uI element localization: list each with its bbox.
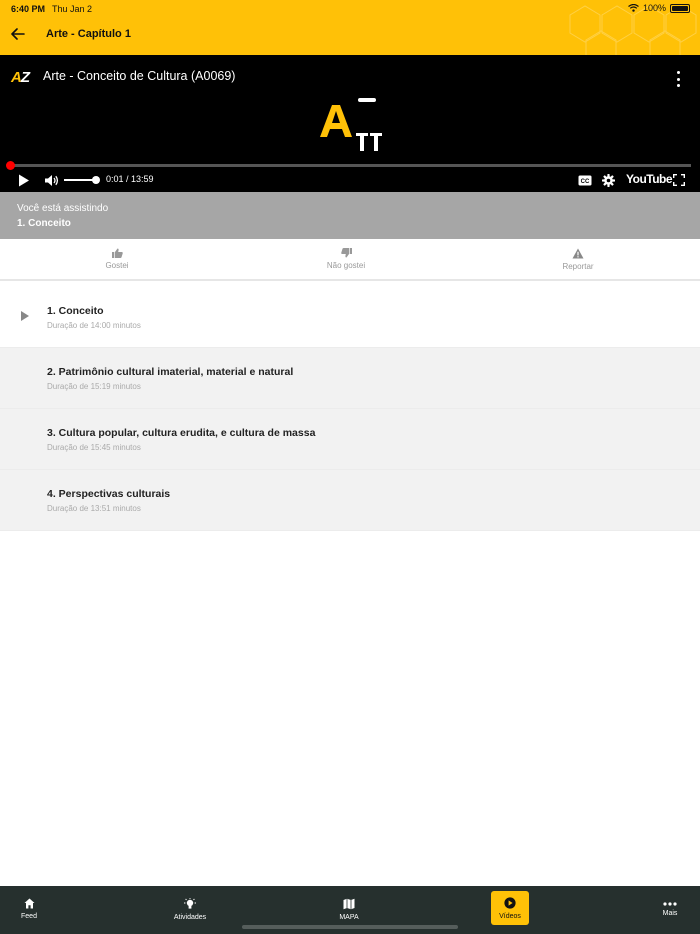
status-date: Thu Jan 2	[52, 4, 93, 14]
report-button[interactable]: Reportar	[518, 239, 638, 279]
tab-atividades[interactable]: Atividades	[165, 892, 215, 926]
episode-duration: Duração de 15:45 minutos	[47, 443, 141, 452]
wifi-icon	[628, 4, 639, 12]
fullscreen-icon	[673, 174, 685, 186]
video-title[interactable]: Arte - Conceito de Cultura (A0069)	[43, 69, 235, 83]
app-header: Arte - Capítulo 1	[0, 24, 700, 46]
status-time: 6:40 PM	[11, 4, 46, 14]
channel-logo[interactable]: AZ	[11, 69, 30, 86]
episode-list-item[interactable]: 4. Perspectivas culturais Duração de 13:…	[0, 470, 700, 531]
now-watching-label: Você está assistindo	[17, 203, 109, 214]
episode-list-item[interactable]: 3. Cultura popular, cultura erudita, e c…	[0, 409, 700, 470]
closed-captions-icon: CC	[578, 175, 592, 185]
play-icon	[19, 174, 29, 186]
volume-icon	[45, 174, 59, 186]
status-right: 100%	[628, 3, 690, 13]
playing-indicator-icon	[21, 311, 29, 321]
video-progress-bar[interactable]	[5, 161, 691, 170]
fullscreen-button[interactable]	[673, 172, 685, 188]
episode-title: 3. Cultura popular, cultura erudita, e c…	[47, 427, 316, 439]
battery-percent: 100%	[642, 3, 666, 13]
episode-duration: Duração de 15:19 minutos	[47, 382, 141, 391]
warning-icon	[572, 248, 584, 258]
progress-scrubber-handle[interactable]	[5, 161, 15, 170]
more-icon	[663, 901, 677, 906]
battery-icon	[670, 3, 690, 13]
dislike-button[interactable]: Não gostei	[286, 239, 406, 279]
volume-slider-handle[interactable]	[92, 176, 100, 184]
video-frame-artwork	[320, 98, 382, 151]
mute-button[interactable]	[44, 172, 59, 188]
player-controls: 0:01 / 13:59 CC YouTube	[0, 172, 700, 188]
more-options-button[interactable]	[674, 71, 682, 87]
page-title: Arte - Capítulo 1	[46, 28, 131, 40]
youtube-logo-link[interactable]: YouTube	[626, 172, 673, 186]
video-timecode: 0:01 / 13:59	[106, 174, 154, 184]
status-bar: 6:40 PM Thu Jan 2 100%	[0, 0, 700, 18]
lightbulb-icon	[184, 897, 196, 909]
top-bar: 6:40 PM Thu Jan 2 100% Arte - Capítulo 1	[0, 0, 700, 55]
tab-feed[interactable]: Feed	[4, 892, 54, 926]
svg-text:CC: CC	[581, 179, 590, 185]
back-button[interactable]	[9, 25, 27, 43]
settings-button[interactable]	[602, 172, 615, 188]
episode-list: 1. Conceito Duração de 14:00 minutos 2. …	[0, 287, 700, 531]
now-watching-banner: Você está assistindo 1. Conceito	[0, 192, 700, 239]
video-player[interactable]: AZ Arte - Conceito de Cultura (A0069) 0:…	[0, 55, 700, 192]
arrow-left-icon	[11, 28, 25, 40]
thumbs-up-icon	[111, 248, 123, 258]
home-indicator	[242, 925, 458, 929]
reaction-bar: Gostei Não gostei Reportar	[0, 239, 700, 281]
episode-duration: Duração de 13:51 minutos	[47, 504, 141, 513]
thumbs-down-icon	[340, 248, 352, 258]
tab-mais[interactable]: Mais	[645, 892, 695, 926]
episode-title: 1. Conceito	[47, 305, 104, 317]
episode-list-item[interactable]: 2. Patrimônio cultural imaterial, materi…	[0, 348, 700, 409]
episode-list-item[interactable]: 1. Conceito Duração de 14:00 minutos	[0, 287, 700, 348]
episode-duration: Duração de 14:00 minutos	[47, 321, 141, 330]
captions-button[interactable]: CC	[578, 172, 592, 188]
map-icon	[343, 898, 355, 909]
gear-icon	[602, 173, 615, 187]
like-button[interactable]: Gostei	[57, 239, 177, 279]
episode-title: 4. Perspectivas culturais	[47, 488, 171, 500]
now-watching-title: 1. Conceito	[17, 218, 71, 229]
tab-videos[interactable]: Vídeos	[491, 891, 529, 925]
play-button[interactable]	[18, 172, 30, 188]
episode-title: 2. Patrimônio cultural imaterial, materi…	[47, 366, 294, 378]
home-icon	[24, 898, 34, 909]
play-circle-icon	[504, 896, 516, 909]
tab-mapa[interactable]: MAPA	[324, 892, 374, 926]
